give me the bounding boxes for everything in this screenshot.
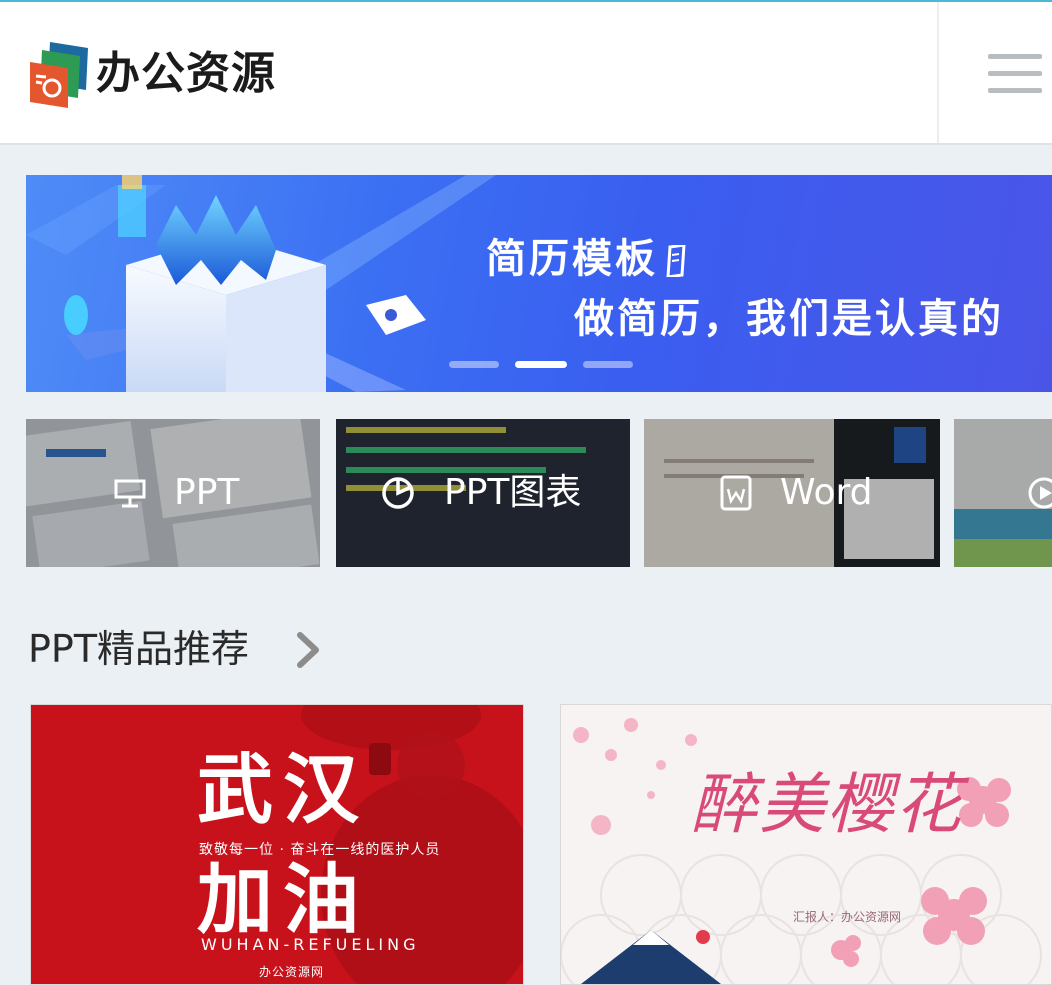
card-title: 醉美樱花 <box>691 766 963 843</box>
category-video[interactable] <box>954 419 1052 567</box>
category-word[interactable]: Word <box>644 419 940 567</box>
play-icon <box>1028 477 1052 509</box>
section-title[interactable]: PPT精品推荐 <box>28 623 249 675</box>
category-ppt[interactable]: PPT <box>26 419 320 567</box>
document-stack-logo-icon[interactable] <box>28 38 98 110</box>
banner-title: 简历模板 <box>486 236 658 282</box>
site-header: 办公资源 <box>0 2 1052 145</box>
ppt-card-wuhan[interactable]: 武汉 致敬每一位 · 奋斗在一线的医护人员 加油 WUHAN-REFUELING… <box>30 704 524 985</box>
category-ppt-chart[interactable]: PPT图表 <box>336 419 630 567</box>
card-headline-2: 加油 <box>197 855 369 944</box>
menu-divider <box>937 2 939 143</box>
brand-name[interactable]: 办公资源 <box>96 46 276 102</box>
chevron-right-icon[interactable] <box>294 631 322 669</box>
carousel-dot-2[interactable] <box>515 361 567 368</box>
carousel-dot-3[interactable] <box>583 361 633 368</box>
tile-overlay <box>26 419 320 567</box>
pie-chart-icon <box>382 477 414 509</box>
hamburger-menu-icon[interactable] <box>988 54 1044 96</box>
banner-subtitle: 做简历，我们是认真的 <box>574 296 1004 342</box>
hero-banner[interactable]: 简历模板 做简历，我们是认真的 <box>26 175 1052 392</box>
category-label: PPT图表 <box>444 472 582 513</box>
category-label: Word <box>780 472 873 513</box>
word-document-icon <box>720 475 752 511</box>
document-icon <box>666 245 686 277</box>
ppt-card-sakura[interactable]: 醉美樱花 汇报人：办公资源网 <box>560 704 1052 985</box>
card-headline-1: 武汉 <box>197 745 369 834</box>
category-label: PPT <box>174 472 240 513</box>
card-subtitle-en: WUHAN-REFUELING <box>201 935 420 954</box>
carousel-dot-1[interactable] <box>449 361 499 368</box>
presentation-icon <box>114 479 146 508</box>
card-reporter: 汇报人：办公资源网 <box>793 910 902 924</box>
card-source: 办公资源网 <box>259 965 325 979</box>
